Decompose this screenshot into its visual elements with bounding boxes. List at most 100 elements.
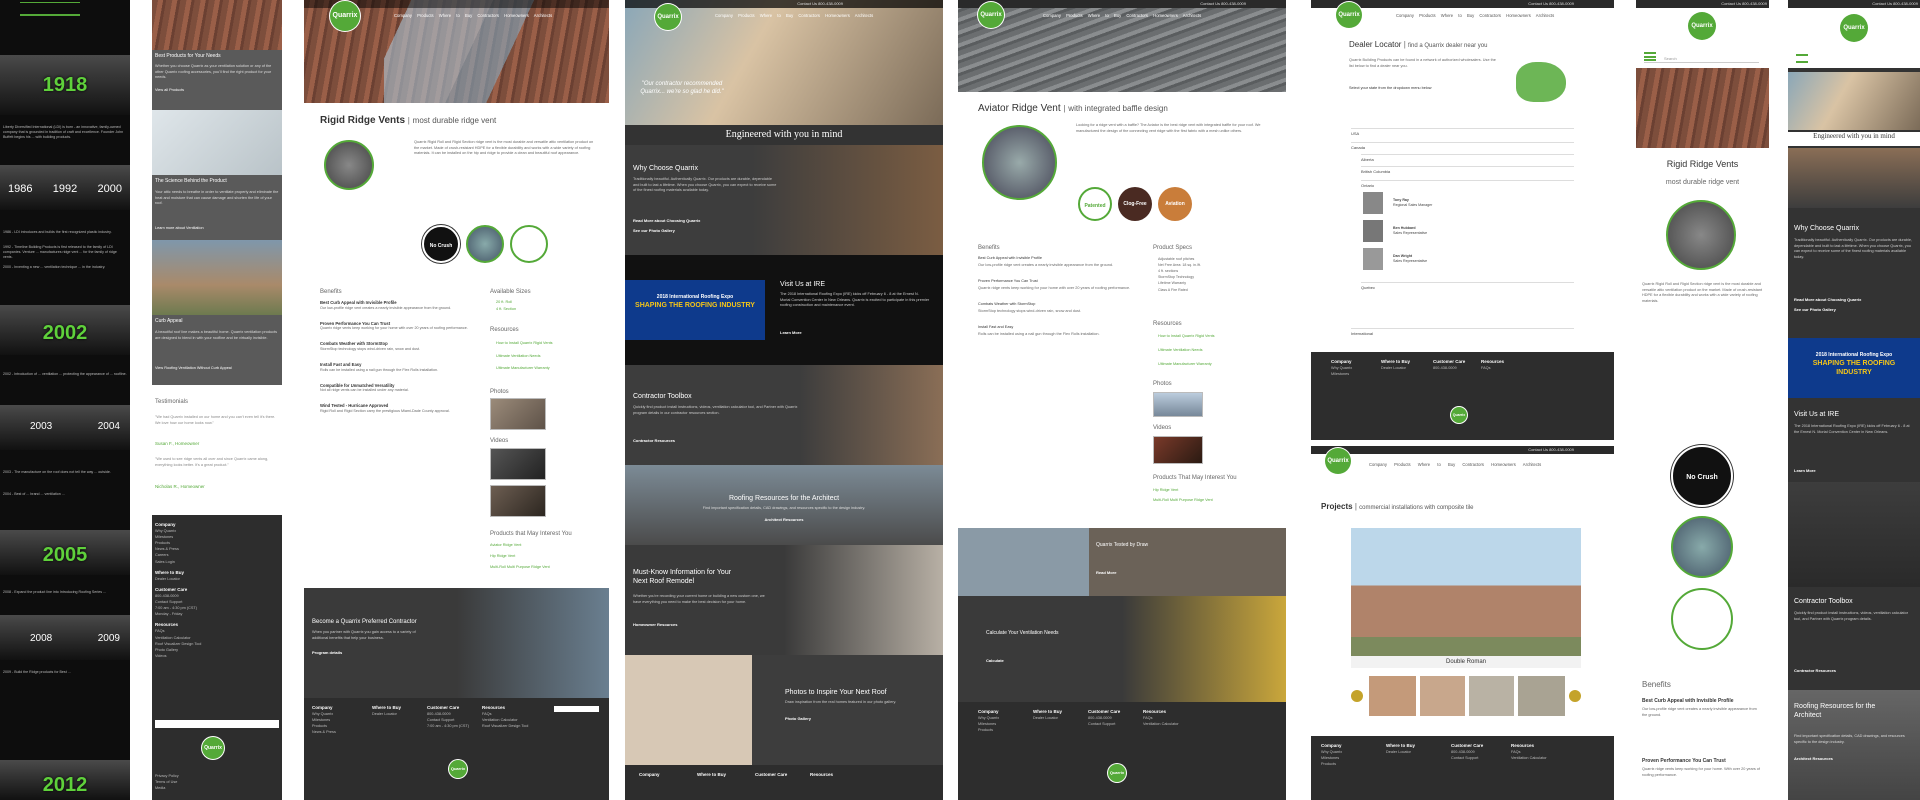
contact-link[interactable]: Contact Us 800-438-0009 — [1872, 1, 1918, 6]
contact-link[interactable]: Contact Us 800-438-0009 — [1528, 447, 1574, 452]
search-input[interactable] — [554, 706, 599, 712]
section-link[interactable]: Learn more about Ventilation — [155, 226, 204, 231]
contact-link[interactable]: Contact Us 800-438-0009 — [1200, 1, 1246, 6]
footer-link[interactable]: Dealer Locator — [155, 576, 201, 582]
nav-item[interactable]: Contractors — [798, 13, 820, 18]
homeowner-link[interactable]: Homeowner Resources — [633, 622, 677, 627]
video-thumb[interactable] — [490, 448, 546, 480]
ire-link[interactable]: Learn More — [780, 330, 802, 335]
calc-link[interactable]: Calculate — [986, 658, 1004, 663]
nav-item[interactable]: Where to Buy — [760, 13, 793, 18]
accordion-item[interactable]: International — [1351, 328, 1574, 337]
interest-link[interactable]: Aviator Ridge Vent — [490, 543, 521, 548]
footer-link[interactable]: Ventilation Calculator — [1511, 755, 1547, 761]
footer-link[interactable]: Contact Support — [1088, 721, 1120, 727]
nav-item[interactable]: Where to Buy — [1441, 13, 1474, 18]
resource-link[interactable]: How to Install Quarrix Rigid Vents — [496, 341, 553, 346]
footer-link[interactable]: Dealer Locator — [372, 711, 401, 717]
quarrix-logo[interactable]: Quarrix — [1108, 764, 1126, 782]
search-input[interactable]: Search — [1644, 56, 1759, 63]
resource-link[interactable]: Ultimate Ventilation Needs — [1158, 348, 1203, 353]
nav-item[interactable]: Products — [738, 13, 755, 18]
quarrix-logo[interactable]: Quarrix — [1688, 12, 1716, 40]
nav-item[interactable]: Products — [417, 13, 434, 18]
contact-link[interactable]: Contact Us 800-438-0009 — [1528, 1, 1574, 6]
nav-item[interactable]: Contractors — [1126, 13, 1148, 18]
main-nav[interactable]: Company Products Where to Buy Contractor… — [1043, 13, 1201, 19]
why-link[interactable]: Read More about Choosing Quarrix — [1794, 297, 1861, 302]
quarrix-logo[interactable]: Quarrix — [655, 4, 681, 30]
nav-item[interactable]: Contractors — [1462, 462, 1484, 467]
prev-arrow-icon[interactable] — [1351, 690, 1363, 702]
gallery-link[interactable]: See our Photo Gallery — [1794, 307, 1836, 312]
nav-item[interactable]: Where to Buy — [1418, 462, 1455, 467]
main-nav[interactable]: Company Products Where to Buy Contractor… — [715, 13, 873, 19]
interest-link[interactable]: Hip Ridge Vent — [1153, 488, 1178, 493]
nav-item[interactable]: Products — [1394, 462, 1411, 467]
accordion-item[interactable]: Alberta — [1361, 154, 1574, 163]
menu-icon[interactable] — [1796, 54, 1808, 63]
nav-item[interactable]: Company — [1043, 13, 1061, 18]
quarrix-logo[interactable]: Quarrix — [202, 737, 224, 759]
nav-item[interactable]: Architects — [534, 13, 552, 18]
nav-item[interactable]: Company — [1396, 13, 1414, 18]
architect-link[interactable]: Architect Resources — [625, 517, 943, 522]
nav-item[interactable]: Where to Buy — [439, 13, 472, 18]
video-thumb[interactable] — [1153, 436, 1203, 464]
footer-link[interactable]: Roof Visualizer Design Tool — [155, 641, 201, 647]
footer-link[interactable]: Sales Login — [155, 559, 201, 565]
draw-link[interactable]: Read More — [1096, 570, 1116, 575]
quarrix-logo[interactable]: Quarrix — [330, 1, 360, 31]
interest-link[interactable]: Multi-Roll Multi Purpose Ridge Vent — [1153, 498, 1213, 503]
ire-banner[interactable]: 2018 International Roofing Expo SHAPING … — [625, 280, 765, 340]
quarrix-logo[interactable]: Quarrix — [1451, 407, 1467, 423]
quarrix-logo[interactable]: Quarrix — [1840, 14, 1868, 42]
nav-item[interactable]: Architects — [1183, 13, 1201, 18]
nav-item[interactable]: Company — [1369, 462, 1387, 467]
resource-link[interactable]: How to Install Quarrix Rigid Vents — [1158, 334, 1215, 339]
footer-link[interactable]: Contact Support — [1451, 755, 1483, 761]
nav-item[interactable]: Products — [1066, 13, 1083, 18]
resource-link[interactable]: Ultimate Manufacturer Warranty — [496, 366, 550, 371]
nav-item[interactable]: Products — [1419, 13, 1436, 18]
contact-link[interactable]: Contact Us 800-438-0009 — [797, 1, 843, 6]
footer-link[interactable]: Dealer Locator — [1386, 749, 1415, 755]
footer-link[interactable]: Dealer Locator — [1033, 715, 1062, 721]
quarrix-logo[interactable]: Quarrix — [1325, 448, 1351, 474]
footer-link[interactable]: Products — [1321, 761, 1342, 767]
toolbox-link[interactable]: Contractor Resources — [1794, 668, 1836, 673]
nav-item[interactable]: Contractors — [477, 13, 499, 18]
footer-link[interactable]: News & Press — [312, 729, 336, 735]
footer-link[interactable]: Videos — [155, 653, 201, 659]
nav-item[interactable]: Contractors — [1479, 13, 1501, 18]
footer-link[interactable]: FAQs — [1481, 365, 1504, 371]
why-link[interactable]: Read More about Choosing Quarrix — [633, 218, 700, 223]
learn-more-link[interactable]: Learn More — [1794, 468, 1816, 473]
footer-link[interactable]: Dealer Locator — [1381, 365, 1410, 371]
next-arrow-icon[interactable] — [1569, 690, 1581, 702]
nav-item[interactable]: Homeowners — [1153, 13, 1178, 18]
photo-thumb[interactable] — [1153, 392, 1203, 417]
accordion-item[interactable]: Ontario — [1361, 180, 1574, 189]
nav-item[interactable]: Homeowners — [1491, 462, 1516, 467]
nav-item[interactable]: Where to Buy — [1088, 13, 1121, 18]
quarrix-logo[interactable]: Quarrix — [449, 760, 467, 778]
photo-thumb[interactable] — [490, 398, 546, 430]
toolbox-link[interactable]: Contractor Resources — [633, 438, 675, 443]
resource-link[interactable]: Ultimate Manufacturer Warranty — [1158, 362, 1212, 367]
contact-link[interactable]: Contact Us 800-438-0009 — [1721, 1, 1767, 6]
nav-item[interactable]: Architects — [1523, 462, 1541, 467]
section-link[interactable]: View all Products — [155, 88, 184, 93]
accordion-item[interactable]: British Columbia — [1361, 166, 1574, 175]
main-nav[interactable]: Company Products Where to Buy Contractor… — [1396, 13, 1554, 19]
interest-link[interactable]: Hip Ridge Vent — [490, 554, 515, 559]
main-nav[interactable]: Company Products Where to Buy Contractor… — [394, 13, 552, 19]
quarrix-logo[interactable]: Quarrix — [1336, 2, 1362, 28]
main-nav[interactable]: Company Products Where to Buy Contractor… — [1369, 462, 1541, 468]
nav-item[interactable]: Company — [394, 13, 412, 18]
footer-legal-link[interactable]: Media — [155, 785, 179, 791]
accordion-item[interactable]: USA — [1351, 128, 1574, 137]
accordion-item[interactable]: Canada — [1351, 142, 1574, 151]
inspire-link[interactable]: Photo Gallery — [785, 716, 811, 721]
nav-item[interactable]: Architects — [1536, 13, 1554, 18]
